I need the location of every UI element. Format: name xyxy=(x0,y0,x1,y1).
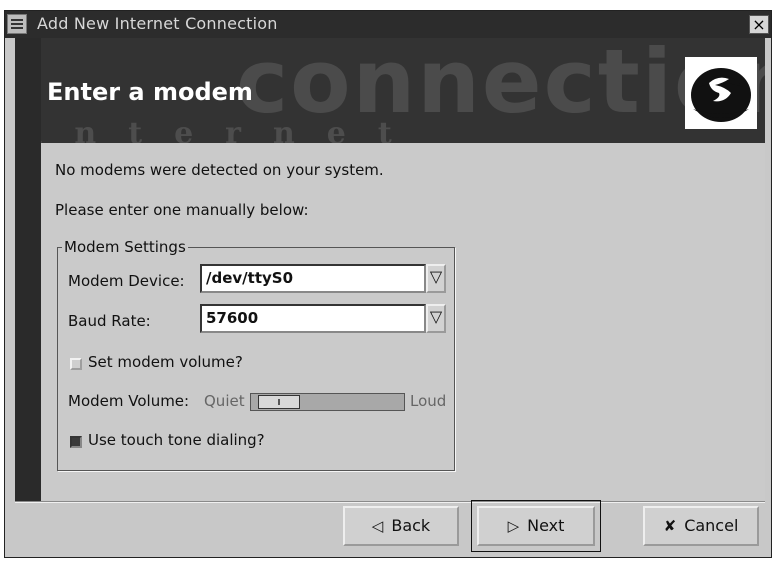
set-volume-checkbox[interactable] xyxy=(70,358,82,370)
modem-settings-frame: Modem Settings Modem Device: /dev/ttyS0 … xyxy=(57,238,455,471)
modem-device-dropdown-icon[interactable]: ▽ xyxy=(426,264,446,293)
header-watermark-dots: internet xyxy=(41,116,424,143)
touch-tone-label[interactable]: Use touch tone dialing? xyxy=(88,431,265,449)
modem-settings-legend: Modem Settings xyxy=(62,238,188,256)
set-volume-label[interactable]: Set modem volume? xyxy=(88,353,243,371)
cancel-button[interactable]: ✘ Cancel xyxy=(643,506,759,546)
volume-quiet-label: Quiet xyxy=(204,392,245,410)
wizard-header: connection internet Enter a modem xyxy=(41,38,765,143)
next-arrow-icon: ▷ xyxy=(507,517,520,535)
baud-rate-label: Baud Rate: xyxy=(68,312,151,330)
modem-device-input[interactable]: /dev/ttyS0 xyxy=(200,264,426,293)
button-separator xyxy=(15,501,765,503)
modem-volume-label: Modem Volume: xyxy=(68,392,190,410)
redhat-logo-icon xyxy=(685,57,757,129)
baud-rate-dropdown-icon[interactable]: ▽ xyxy=(426,304,446,333)
cancel-x-icon: ✘ xyxy=(663,517,677,535)
volume-loud-label: Loud xyxy=(410,392,447,410)
content-area: No modems were detected on your system. … xyxy=(41,143,765,501)
volume-slider[interactable] xyxy=(250,393,405,411)
no-modems-message: No modems were detected on your system. xyxy=(55,161,384,179)
back-button-label: Back xyxy=(391,516,431,535)
window-menu-icon[interactable] xyxy=(7,14,27,34)
dialog-window: Add New Internet Connection × connection… xyxy=(4,10,772,558)
left-side-bar xyxy=(15,38,41,501)
enter-manually-message: Please enter one manually below: xyxy=(55,201,309,219)
back-button[interactable]: ◁ Back xyxy=(343,506,459,546)
window-title: Add New Internet Connection xyxy=(37,14,278,33)
next-button-label: Next xyxy=(527,516,565,535)
next-button[interactable]: ▷ Next xyxy=(477,506,595,546)
volume-slider-thumb[interactable] xyxy=(258,395,300,409)
baud-rate-input[interactable]: 57600 xyxy=(200,304,426,333)
touch-tone-checkbox[interactable] xyxy=(70,436,82,448)
back-arrow-icon: ◁ xyxy=(371,517,384,535)
close-icon[interactable]: × xyxy=(749,15,769,34)
modem-device-label: Modem Device: xyxy=(68,272,185,290)
title-bar[interactable]: Add New Internet Connection × xyxy=(5,11,771,38)
page-title: Enter a modem xyxy=(47,78,253,106)
cancel-button-label: Cancel xyxy=(684,516,739,535)
